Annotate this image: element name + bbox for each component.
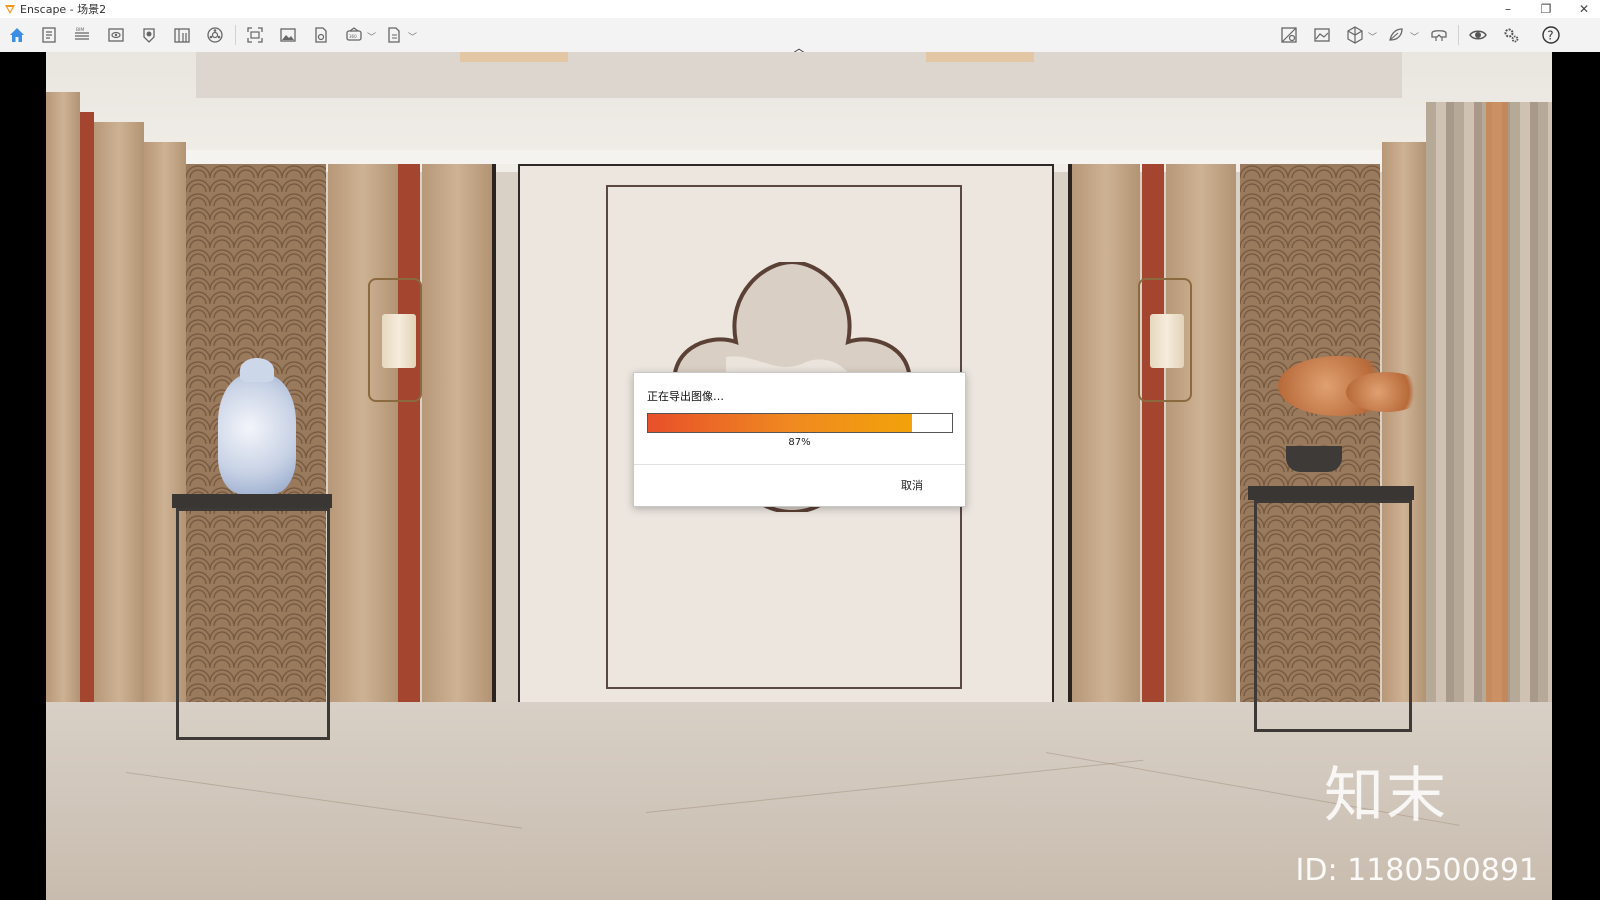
batch-export-icon	[388, 27, 400, 43]
view-icon	[108, 28, 124, 42]
book-icon	[174, 28, 190, 43]
display-stand	[1254, 500, 1412, 732]
material-icon	[1281, 27, 1297, 43]
accent-strip	[398, 164, 420, 704]
wood-panel	[94, 122, 144, 752]
ceiling-cornice	[186, 150, 1412, 164]
vr-headset-button[interactable]	[1429, 25, 1449, 45]
settings-wheel-icon	[207, 27, 223, 43]
help-icon: ?	[1542, 26, 1560, 44]
toolbar-separator	[235, 25, 236, 45]
vr-headset-icon	[1431, 30, 1447, 41]
home-icon	[10, 28, 24, 42]
export-progress-dialog: 正在导出图像… 87% 取消	[633, 372, 966, 507]
watermark-logo: 知末	[1324, 761, 1448, 831]
dialog-title: 正在导出图像…	[647, 390, 724, 403]
material-button[interactable]	[1279, 25, 1299, 45]
bim-button[interactable]: BIM	[72, 25, 92, 45]
home-button[interactable]	[7, 25, 27, 45]
settings-wheel-button[interactable]	[205, 25, 225, 45]
title-bar: Enscape - 场景2 – ❐ ✕	[0, 0, 1600, 18]
minimize-button[interactable]: –	[1500, 2, 1516, 16]
progress-bar	[647, 413, 953, 433]
trim-line	[492, 164, 496, 704]
accent-strip	[80, 112, 94, 752]
stand-top	[172, 494, 332, 508]
export-file-icon	[315, 27, 327, 43]
close-button[interactable]: ✕	[1576, 2, 1592, 16]
atlas-button[interactable]	[1312, 25, 1332, 45]
toolbar-separator	[1458, 25, 1459, 45]
wood-panel	[46, 92, 80, 752]
view-button[interactable]	[106, 25, 126, 45]
asset-library-button[interactable]	[1386, 25, 1406, 45]
book-button[interactable]	[172, 25, 192, 45]
cancel-button[interactable]: 取消	[901, 477, 923, 493]
curtain-accent	[1486, 102, 1508, 752]
lamp-shade	[1150, 314, 1184, 368]
ceiling-light	[926, 52, 1034, 62]
ceiling-recess	[196, 52, 1402, 98]
visibility-icon	[1469, 30, 1487, 40]
progress-fill	[648, 414, 913, 432]
notes-button[interactable]	[39, 25, 59, 45]
bonsai-pot	[1286, 446, 1342, 472]
panorama-button[interactable]: 360	[344, 25, 364, 45]
dialog-divider	[634, 464, 965, 465]
batch-export-button[interactable]	[384, 25, 404, 45]
visibility-button[interactable]	[1468, 25, 1488, 45]
batch-dropdown-caret[interactable]: ﹀	[408, 30, 417, 43]
wood-panel	[1166, 164, 1236, 704]
image-icon	[280, 28, 296, 42]
notes-icon	[42, 27, 56, 43]
settings-icon	[1504, 28, 1519, 43]
atlas-icon	[1314, 28, 1330, 42]
screenshot-icon	[247, 27, 263, 43]
screenshot-button[interactable]	[245, 25, 265, 45]
svg-text:BIM: BIM	[76, 27, 84, 33]
progress-percentage: 87%	[788, 437, 811, 448]
settings-button[interactable]	[1501, 25, 1521, 45]
lamp-shade	[382, 314, 416, 368]
cube-dropdown-caret[interactable]: ﹀	[1368, 30, 1377, 43]
panorama-icon: 360	[346, 27, 362, 41]
vase-lid	[240, 358, 274, 382]
window-title: Enscape - 场景2	[20, 3, 107, 16]
wood-panel	[1072, 164, 1140, 704]
watermark-id: ID: 1180500891	[1295, 853, 1538, 888]
wood-panel	[328, 164, 398, 704]
stand-top	[1248, 486, 1414, 500]
porcelain-vase	[218, 374, 296, 494]
bim-icon: BIM	[75, 27, 89, 40]
help-button[interactable]: ?	[1541, 25, 1561, 45]
bonsai-tree	[1346, 372, 1426, 412]
cube-button[interactable]	[1345, 25, 1365, 45]
accent-strip	[1142, 164, 1164, 704]
ceiling-light	[460, 52, 568, 62]
svg-text:?: ?	[1547, 29, 1553, 43]
cube-icon	[1347, 26, 1363, 44]
panorama-dropdown-caret[interactable]: ﹀	[367, 30, 376, 43]
enscape-logo-icon	[5, 5, 15, 14]
asset-library-icon	[1389, 28, 1403, 41]
window-controls: – ❐ ✕	[1500, 0, 1592, 18]
image-button[interactable]	[278, 25, 298, 45]
export-file-button[interactable]	[311, 25, 331, 45]
restore-button[interactable]: ❐	[1538, 2, 1554, 16]
asset-dropdown-caret[interactable]: ﹀	[1410, 30, 1419, 43]
display-stand	[176, 508, 330, 740]
wood-panel	[422, 164, 492, 704]
svg-text:360: 360	[349, 34, 357, 39]
layers-button[interactable]	[139, 25, 159, 45]
layers-icon	[143, 28, 155, 43]
